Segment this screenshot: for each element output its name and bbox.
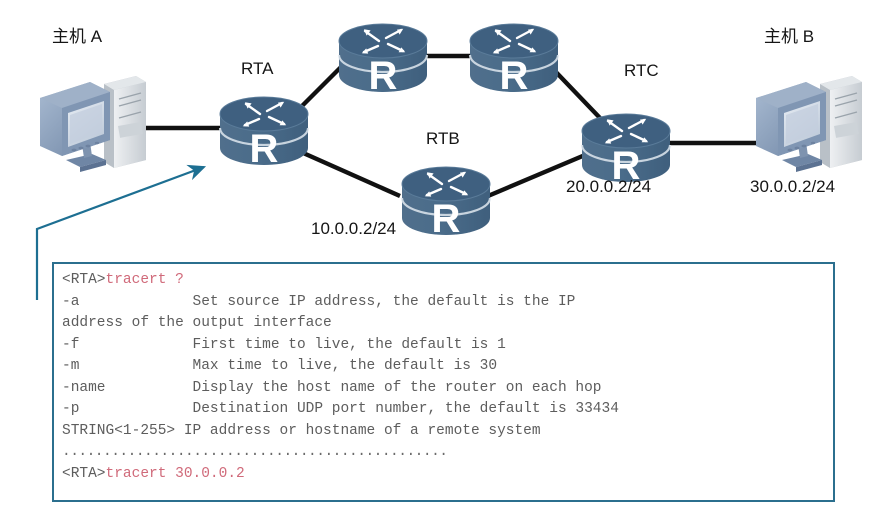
device-host-b	[755, 75, 863, 173]
console-separator: ........................................…	[62, 444, 448, 460]
label-router-rta: RTA	[241, 59, 274, 78]
link-rttopright-rtc	[552, 68, 602, 120]
console-line: -f First time to live, the default is 1	[62, 336, 506, 353]
label-ip-rtb: 10.0.0.2/24	[311, 219, 397, 238]
label-ip-rtc: 20.0.0.2/24	[566, 177, 652, 196]
diagram-canvas: R	[0, 0, 884, 524]
console-prompt: <RTA>	[62, 272, 106, 288]
console-command: tracert 30.0.0.2	[105, 465, 245, 482]
label-host-a: 主机 A	[52, 27, 103, 46]
console-prompt: <RTA>	[62, 465, 106, 482]
link-rta-rttopleft	[298, 65, 343, 110]
device-host-a	[39, 75, 147, 173]
device-router-top-right	[468, 22, 560, 100]
label-router-rtb: RTB	[426, 129, 460, 148]
console-line: -p Destination UDP port number, the defa…	[62, 401, 619, 417]
console-command: tracert ?	[105, 272, 184, 288]
console-line: -m Max time to live, the default is 30	[62, 358, 498, 374]
console-line: <RTA>tracert 30.0.0.2	[62, 464, 833, 486]
device-router-rtb	[400, 165, 492, 243]
console-line: -name Display the host name of the route…	[62, 379, 602, 396]
label-host-b: 主机 B	[764, 27, 815, 46]
label-router-rtc: RTC	[624, 61, 659, 80]
console-line: <RTA>tracert ?	[62, 270, 833, 292]
link-rta-rtb	[300, 149, 401, 199]
console-line: -a Set source IP address, the default is…	[62, 293, 576, 310]
console-line: STRING<1-255> IP address or hostname of …	[62, 422, 541, 439]
cli-output-box: <RTA>tracert ? -a Set source IP address,…	[52, 262, 835, 502]
device-router-top-left	[337, 22, 429, 100]
console-line: address of the output interface	[62, 315, 332, 331]
device-router-rta	[218, 95, 310, 173]
label-ip-host-b: 30.0.0.2/24	[750, 177, 836, 196]
